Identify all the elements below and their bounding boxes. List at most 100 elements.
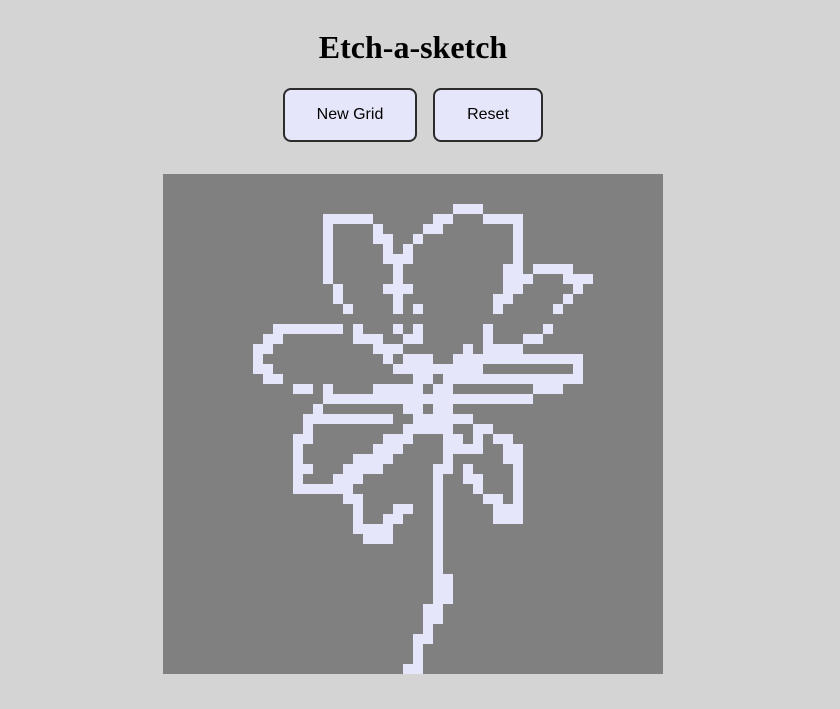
painted-cell[interactable] xyxy=(323,264,333,274)
painted-cell[interactable] xyxy=(463,364,473,374)
painted-cell[interactable] xyxy=(253,364,263,374)
painted-cell[interactable] xyxy=(413,334,423,344)
painted-cell[interactable] xyxy=(303,424,313,434)
painted-cell[interactable] xyxy=(513,394,523,404)
painted-cell[interactable] xyxy=(293,444,303,454)
painted-cell[interactable] xyxy=(503,504,513,514)
painted-cell[interactable] xyxy=(433,224,443,234)
painted-cell[interactable] xyxy=(533,264,543,274)
painted-cell[interactable] xyxy=(513,474,523,484)
painted-cell[interactable] xyxy=(483,214,493,224)
painted-cell[interactable] xyxy=(423,604,433,614)
painted-cell[interactable] xyxy=(413,644,423,654)
painted-cell[interactable] xyxy=(423,354,433,364)
painted-cell[interactable] xyxy=(353,394,363,404)
painted-cell[interactable] xyxy=(473,474,483,484)
painted-cell[interactable] xyxy=(393,434,403,444)
painted-cell[interactable] xyxy=(503,264,513,274)
painted-cell[interactable] xyxy=(553,354,563,364)
painted-cell[interactable] xyxy=(293,434,303,444)
painted-cell[interactable] xyxy=(283,324,293,334)
painted-cell[interactable] xyxy=(433,474,443,484)
painted-cell[interactable] xyxy=(423,414,433,424)
painted-cell[interactable] xyxy=(473,394,483,404)
painted-cell[interactable] xyxy=(373,414,383,424)
painted-cell[interactable] xyxy=(413,664,423,674)
painted-cell[interactable] xyxy=(433,214,443,224)
painted-cell[interactable] xyxy=(263,364,273,374)
painted-cell[interactable] xyxy=(583,274,593,284)
painted-cell[interactable] xyxy=(333,284,343,294)
painted-cell[interactable] xyxy=(483,424,493,434)
painted-cell[interactable] xyxy=(363,214,373,224)
painted-cell[interactable] xyxy=(483,494,493,504)
painted-cell[interactable] xyxy=(323,414,333,424)
painted-cell[interactable] xyxy=(493,394,503,404)
painted-cell[interactable] xyxy=(473,364,483,374)
painted-cell[interactable] xyxy=(293,464,303,474)
painted-cell[interactable] xyxy=(413,324,423,334)
painted-cell[interactable] xyxy=(393,364,403,374)
painted-cell[interactable] xyxy=(553,384,563,394)
painted-cell[interactable] xyxy=(513,354,523,364)
painted-cell[interactable] xyxy=(523,274,533,284)
painted-cell[interactable] xyxy=(423,374,433,384)
painted-cell[interactable] xyxy=(323,274,333,284)
painted-cell[interactable] xyxy=(493,354,503,364)
painted-cell[interactable] xyxy=(353,414,363,424)
painted-cell[interactable] xyxy=(313,404,323,414)
painted-cell[interactable] xyxy=(493,434,503,444)
painted-cell[interactable] xyxy=(513,214,523,224)
painted-cell[interactable] xyxy=(483,344,493,354)
painted-cell[interactable] xyxy=(253,354,263,364)
painted-cell[interactable] xyxy=(483,324,493,334)
painted-cell[interactable] xyxy=(403,664,413,674)
painted-cell[interactable] xyxy=(453,394,463,404)
painted-cell[interactable] xyxy=(353,504,363,514)
painted-cell[interactable] xyxy=(463,374,473,384)
painted-cell[interactable] xyxy=(543,354,553,364)
painted-cell[interactable] xyxy=(563,374,573,384)
painted-cell[interactable] xyxy=(393,304,403,314)
painted-cell[interactable] xyxy=(393,344,403,354)
painted-cell[interactable] xyxy=(443,574,453,584)
painted-cell[interactable] xyxy=(353,324,363,334)
painted-cell[interactable] xyxy=(453,374,463,384)
painted-cell[interactable] xyxy=(353,514,363,524)
painted-cell[interactable] xyxy=(263,374,273,384)
painted-cell[interactable] xyxy=(373,524,383,534)
painted-cell[interactable] xyxy=(463,354,473,364)
painted-cell[interactable] xyxy=(333,414,343,424)
painted-cell[interactable] xyxy=(353,334,363,344)
painted-cell[interactable] xyxy=(273,334,283,344)
painted-cell[interactable] xyxy=(483,394,493,404)
painted-cell[interactable] xyxy=(303,464,313,474)
painted-cell[interactable] xyxy=(443,434,453,444)
painted-cell[interactable] xyxy=(333,474,343,484)
painted-cell[interactable] xyxy=(513,374,523,384)
painted-cell[interactable] xyxy=(353,474,363,484)
painted-cell[interactable] xyxy=(323,324,333,334)
painted-cell[interactable] xyxy=(513,344,523,354)
painted-cell[interactable] xyxy=(333,294,343,304)
painted-cell[interactable] xyxy=(443,214,453,224)
painted-cell[interactable] xyxy=(393,294,403,304)
painted-cell[interactable] xyxy=(403,244,413,254)
painted-cell[interactable] xyxy=(363,454,373,464)
painted-cell[interactable] xyxy=(313,484,323,494)
painted-cell[interactable] xyxy=(553,374,563,384)
painted-cell[interactable] xyxy=(393,444,403,454)
painted-cell[interactable] xyxy=(513,244,523,254)
painted-cell[interactable] xyxy=(443,594,453,604)
painted-cell[interactable] xyxy=(473,204,483,214)
painted-cell[interactable] xyxy=(433,534,443,544)
painted-cell[interactable] xyxy=(433,554,443,564)
painted-cell[interactable] xyxy=(353,494,363,504)
painted-cell[interactable] xyxy=(303,324,313,334)
painted-cell[interactable] xyxy=(343,394,353,404)
painted-cell[interactable] xyxy=(333,214,343,224)
painted-cell[interactable] xyxy=(513,284,523,294)
painted-cell[interactable] xyxy=(463,344,473,354)
painted-cell[interactable] xyxy=(253,344,263,354)
painted-cell[interactable] xyxy=(503,454,513,464)
